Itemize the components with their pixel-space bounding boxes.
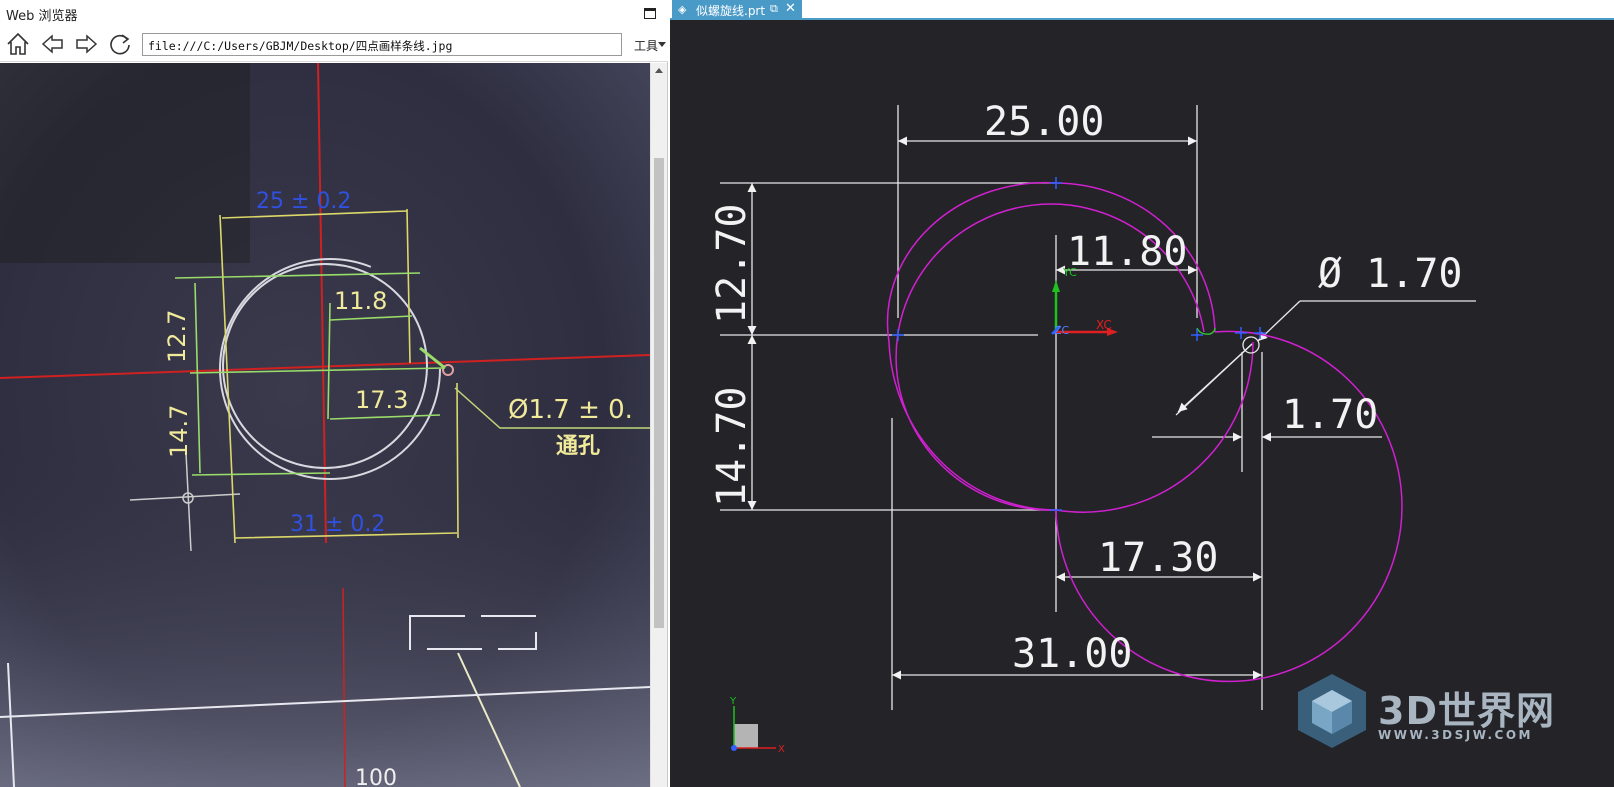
- address-bar[interactable]: file:///C:/Users/GBJM/Desktop/四点画样条线.jpg: [142, 33, 622, 56]
- triad-x-label: X: [778, 744, 785, 755]
- control-point[interactable]: [892, 329, 904, 341]
- home-icon[interactable]: [5, 31, 31, 57]
- maximize-icon[interactable]: [644, 8, 656, 19]
- dim-17[interactable]: 17.30: [1098, 535, 1218, 581]
- back-icon[interactable]: [40, 31, 66, 57]
- watermark-url: WWW.3DSJW.COM: [1378, 728, 1533, 742]
- photo-dim-12: 12.7: [163, 310, 191, 363]
- image-viewport: 25 ± 0.2 11.8 12.7 14.7 17.3 Ø1.7 ± 0. 通…: [0, 63, 650, 787]
- watermark: 3D世界网 WWW.3DSJW.COM: [1290, 670, 1610, 760]
- dim-31[interactable]: 31.00: [1012, 631, 1132, 677]
- scroll-thumb[interactable]: [654, 158, 664, 628]
- chevron-down-icon[interactable]: [658, 42, 666, 47]
- part-file-icon: ◈: [678, 3, 687, 16]
- web-browser-panel: Web 浏览器 file:///C:/Users/GBJM/Desktop/四点…: [0, 0, 668, 787]
- zc-label: ZC: [1054, 324, 1070, 337]
- photo-dim-diameter: Ø1.7 ± 0.: [508, 395, 633, 425]
- dim-14[interactable]: 14.70: [709, 387, 755, 507]
- photo-dim-bottom: 31 ± 0.2: [290, 512, 385, 537]
- tab-part-file[interactable]: ◈ 似螺旋线.prt ⧉ ✕: [672, 0, 802, 20]
- scroll-up-icon[interactable]: [655, 68, 663, 73]
- dim-12[interactable]: 12.70: [709, 204, 755, 324]
- cad-panel: ◈ 似螺旋线.prt ⧉ ✕ YC XC ZC 25.00 11.80 12.7…: [670, 0, 1614, 787]
- absolute-csys-triad: Y X: [729, 696, 785, 755]
- tab-label: 似螺旋线.prt: [696, 4, 766, 18]
- watermark-brand: 3D世界网: [1378, 689, 1555, 733]
- photo-dim-14: 14.7: [165, 405, 193, 458]
- close-icon[interactable]: ✕: [785, 1, 796, 16]
- dim-11[interactable]: 11.80: [1067, 229, 1187, 275]
- refresh-icon[interactable]: [107, 31, 133, 57]
- detach-icon[interactable]: ⧉: [770, 2, 778, 16]
- photo-dim-11: 11.8: [334, 287, 387, 315]
- forward-icon[interactable]: [73, 31, 99, 57]
- photo-note: 通孔: [556, 434, 600, 459]
- vertical-scrollbar[interactable]: [650, 63, 667, 787]
- photo-partial-label: 100: [355, 766, 397, 787]
- drawing-photo: 25 ± 0.2 11.8 12.7 14.7 17.3 Ø1.7 ± 0. 通…: [0, 63, 650, 787]
- browser-toolbar: file:///C:/Users/GBJM/Desktop/四点画样条线.jpg…: [0, 26, 668, 62]
- dim-170[interactable]: 1.70: [1282, 392, 1378, 438]
- xc-label: XC: [1096, 318, 1112, 332]
- photo-dim-top: 25 ± 0.2: [256, 189, 351, 214]
- dim-diameter[interactable]: Ø 1.70: [1318, 251, 1463, 297]
- browser-title-bar: Web 浏览器: [0, 0, 668, 26]
- triad-y-label: Y: [729, 696, 737, 707]
- cube-logo-icon: [1298, 674, 1366, 748]
- photo-dim-17: 17.3: [355, 386, 408, 414]
- cad-tab-bar: ◈ 似螺旋线.prt ⧉ ✕: [670, 0, 1614, 20]
- dim-25[interactable]: 25.00: [984, 99, 1104, 145]
- browser-title: Web 浏览器: [6, 9, 78, 24]
- tools-menu[interactable]: 工具: [634, 37, 658, 54]
